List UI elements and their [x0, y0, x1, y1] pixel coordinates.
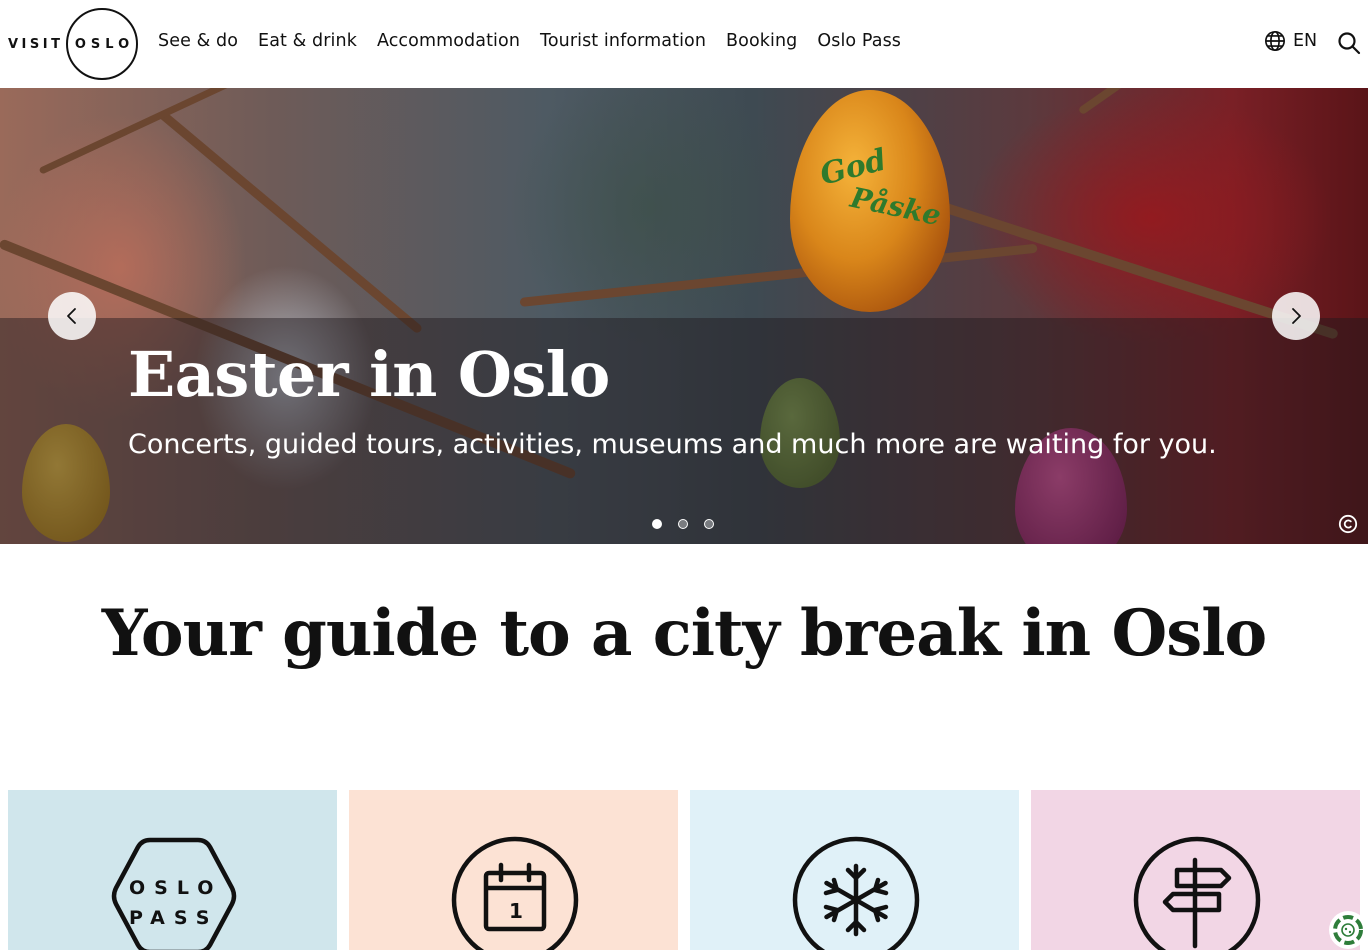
carousel-dot-3[interactable] [704, 519, 714, 529]
logo-oslo-text: OSLO [74, 36, 135, 52]
card-oslo-pass[interactable]: OSLO PASS [8, 790, 337, 950]
main-nav: See & do Eat & drink Accommodation Touri… [158, 31, 901, 51]
carousel-dot-1[interactable] [652, 519, 662, 529]
guide-heading: Your guide to a city break in Oslo [101, 596, 1267, 671]
oslo-pass-icon-text-pass: PASS [129, 907, 218, 929]
language-label: EN [1293, 31, 1318, 51]
signpost-icon [1133, 836, 1261, 950]
easter-egg-main: God Påske [790, 90, 950, 312]
site-header: VISIT OSLO See & do Eat & drink Accommod… [0, 0, 1368, 88]
search-icon[interactable] [1337, 31, 1361, 55]
visit-oslo-logo[interactable]: VISIT OSLO [8, 8, 138, 80]
egg-text-paske: Påske [847, 180, 944, 233]
carousel-dot-2[interactable] [678, 519, 688, 529]
nav-tourist-information[interactable]: Tourist information [540, 31, 706, 51]
cookie-settings-icon[interactable] [1328, 910, 1368, 950]
card-guide[interactable] [1031, 790, 1360, 950]
nav-see-and-do[interactable]: See & do [158, 31, 238, 51]
branch-decoration [38, 88, 278, 175]
snowflake-icon [792, 836, 920, 950]
nav-eat-and-drink[interactable]: Eat & drink [258, 31, 357, 51]
branch-decoration [519, 243, 1038, 307]
hero-carousel: God Påske Easter in Oslo Concerts, guide… [0, 88, 1368, 544]
logo-visit-text: VISIT [8, 36, 64, 52]
branch-decoration [157, 109, 424, 335]
copyright-icon[interactable] [1338, 514, 1358, 534]
nav-accommodation[interactable]: Accommodation [377, 31, 520, 51]
card-winter[interactable] [690, 790, 1019, 950]
language-selector[interactable]: EN [1264, 30, 1317, 52]
globe-icon [1265, 31, 1285, 51]
hero-title[interactable]: Easter in Oslo [128, 338, 610, 411]
logo-ring: OSLO [66, 8, 138, 80]
calendar-icon-day: 1 [509, 899, 523, 923]
oslo-pass-icon: OSLO PASS [111, 837, 237, 950]
card-events[interactable]: 1 [349, 790, 678, 950]
carousel-next-button[interactable] [1272, 292, 1320, 340]
nav-oslo-pass[interactable]: Oslo Pass [817, 31, 901, 51]
carousel-indicators [652, 519, 714, 529]
oslo-pass-icon-text-oslo: OSLO [129, 877, 222, 899]
calendar-icon: 1 [451, 836, 579, 950]
nav-booking[interactable]: Booking [726, 31, 797, 51]
branch-decoration [1077, 88, 1312, 116]
chevron-right-icon [1292, 308, 1301, 324]
carousel-prev-button[interactable] [48, 292, 96, 340]
hero-subtitle: Concerts, guided tours, activities, muse… [128, 429, 1217, 460]
chevron-left-icon [67, 308, 76, 324]
